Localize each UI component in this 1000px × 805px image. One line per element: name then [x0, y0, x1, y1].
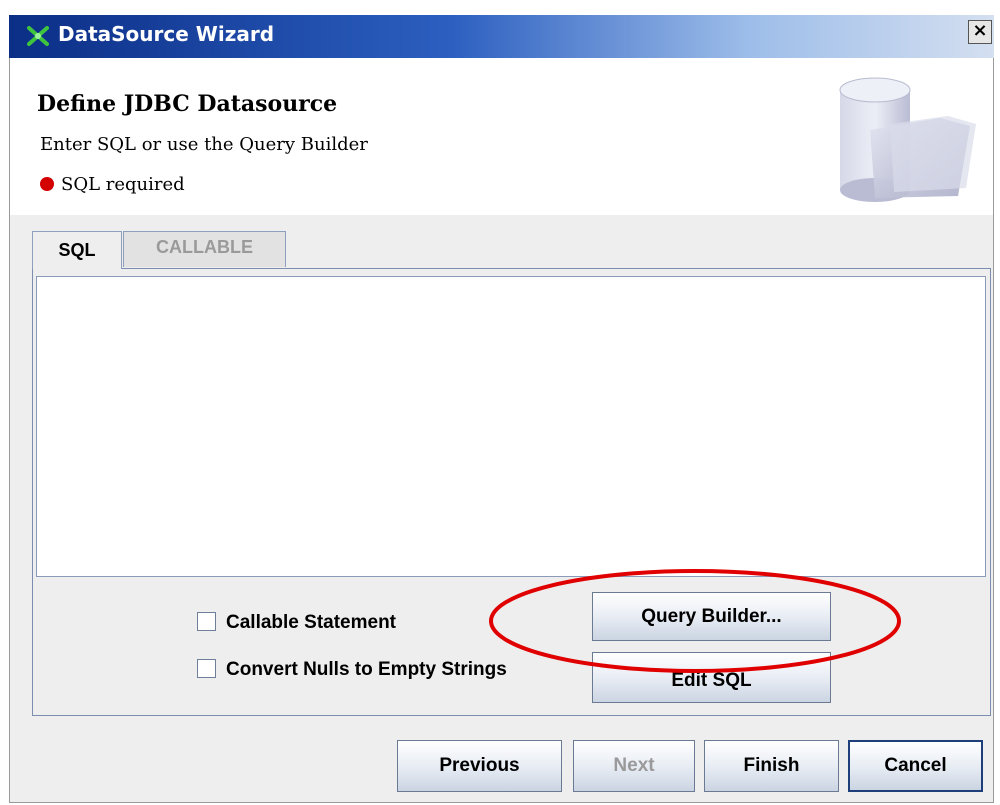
next-button[interactable]: Next	[573, 740, 695, 792]
tab-callable[interactable]: CALLABLE	[123, 231, 286, 267]
close-button[interactable]: ×	[968, 20, 992, 44]
callable-statement-label: Callable Statement	[226, 612, 396, 633]
tab-sql[interactable]: SQL	[32, 231, 122, 269]
convert-nulls-option[interactable]: Convert Nulls to Empty Strings	[197, 659, 507, 681]
finish-button[interactable]: Finish	[704, 740, 839, 792]
window-title: DataSource Wizard	[58, 22, 275, 46]
wizard-icon	[27, 26, 49, 46]
wizard-header: Define JDBC Datasource Enter SQL or use …	[10, 58, 993, 215]
title-bar[interactable]: DataSource Wizard	[9, 15, 994, 58]
page-title: Define JDBC Datasource	[37, 91, 338, 117]
cancel-button[interactable]: Cancel	[848, 740, 983, 792]
page-subtitle: Enter SQL or use the Query Builder	[40, 134, 368, 155]
callable-statement-checkbox[interactable]	[197, 612, 216, 631]
status-message: SQL required	[40, 174, 185, 195]
convert-nulls-checkbox[interactable]	[197, 659, 216, 678]
status-text: SQL required	[61, 174, 185, 195]
callable-statement-option[interactable]: Callable Statement	[197, 612, 396, 634]
convert-nulls-label: Convert Nulls to Empty Strings	[226, 659, 507, 680]
query-builder-button[interactable]: Query Builder...	[592, 592, 831, 641]
required-dot-icon	[40, 177, 54, 191]
database-folder-icon	[839, 77, 976, 202]
previous-button[interactable]: Previous	[397, 740, 562, 792]
sql-editor[interactable]	[36, 276, 986, 577]
edit-sql-button[interactable]: Edit SQL	[592, 652, 831, 703]
